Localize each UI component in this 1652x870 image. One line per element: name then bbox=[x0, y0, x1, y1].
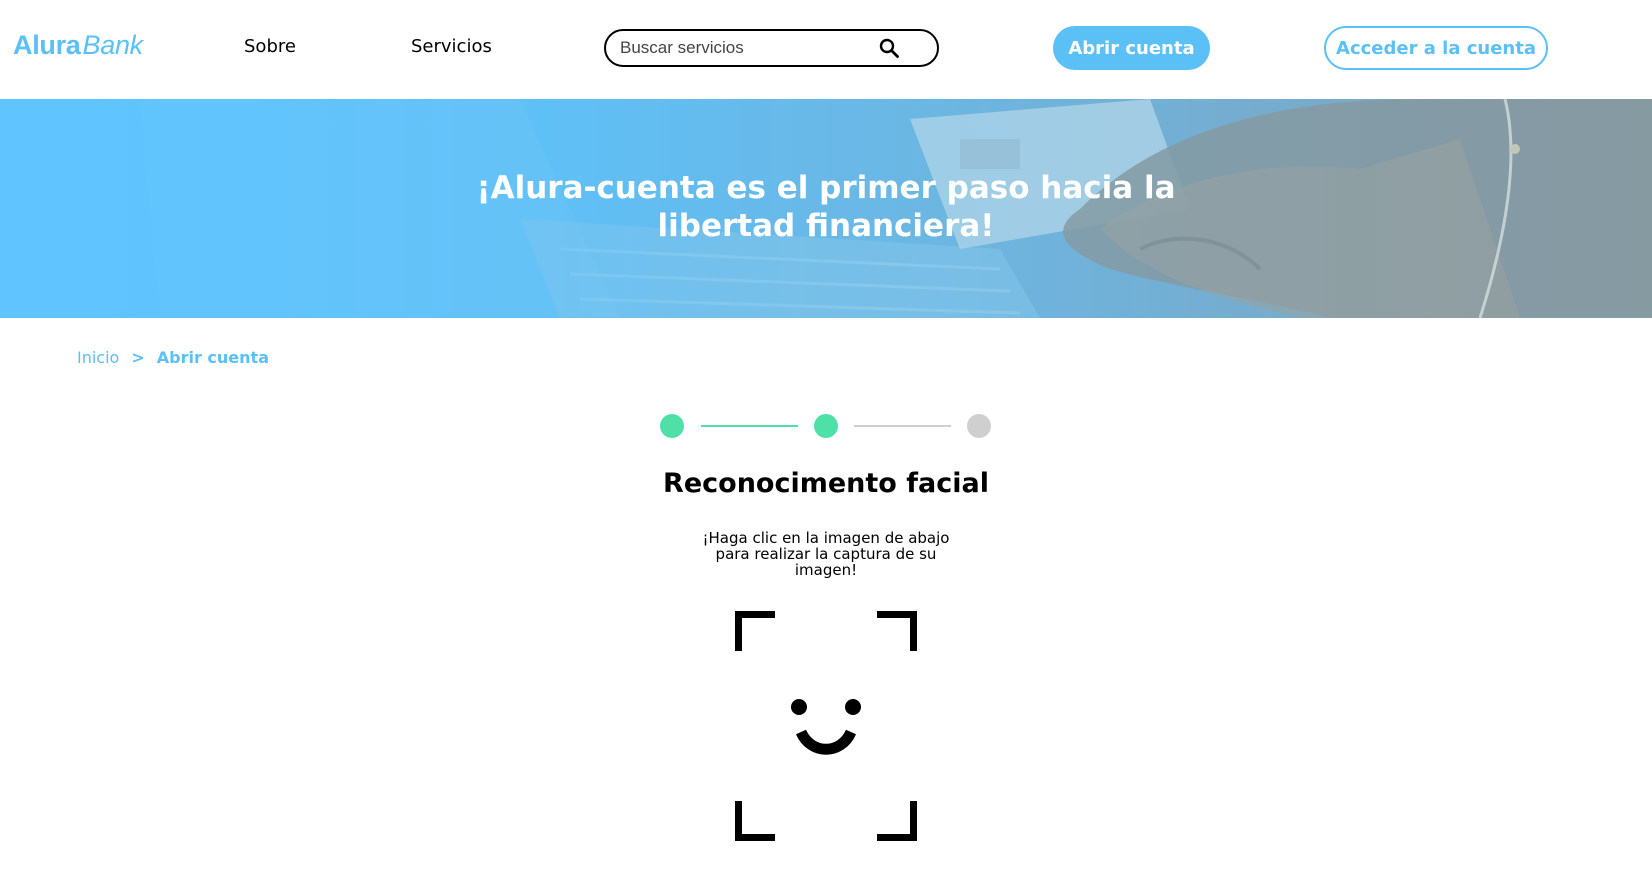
step-2-connector bbox=[854, 425, 951, 427]
step-1-dot bbox=[660, 414, 684, 438]
face-scan-icon bbox=[735, 611, 917, 841]
breadcrumb: Inicio > Abrir cuenta bbox=[77, 348, 269, 367]
search-input[interactable] bbox=[620, 37, 870, 59]
progress-stepper bbox=[660, 414, 992, 438]
brand-name-bold: Alura bbox=[13, 30, 81, 60]
step-1-connector bbox=[701, 425, 798, 427]
search-icon[interactable] bbox=[879, 38, 899, 58]
breadcrumb-current: Abrir cuenta bbox=[156, 348, 269, 367]
site-header: AluraBank Sobre Servicios Abrir cuenta A… bbox=[0, 0, 1652, 99]
brand-name-italic: Bank bbox=[82, 30, 144, 60]
nav-link-sobre[interactable]: Sobre bbox=[244, 36, 296, 57]
search-box bbox=[604, 29, 939, 67]
step-3-dot bbox=[967, 414, 991, 438]
step-2-dot bbox=[814, 414, 838, 438]
access-account-button[interactable]: Acceder a la cuenta bbox=[1324, 26, 1548, 70]
nav-link-servicios[interactable]: Servicios bbox=[411, 36, 492, 57]
breadcrumb-home-link[interactable]: Inicio bbox=[77, 348, 119, 367]
capture-instructions: ¡Haga clic en la imagen de abajo para re… bbox=[702, 529, 950, 579]
hero-banner: ¡Alura-cuenta es el primer paso hacia la… bbox=[0, 99, 1652, 318]
breadcrumb-separator: > bbox=[131, 348, 145, 367]
brand-logo[interactable]: AluraBank bbox=[13, 30, 143, 61]
face-capture-button[interactable] bbox=[735, 611, 917, 841]
hero-title: ¡Alura-cuenta es el primer paso hacia la… bbox=[476, 170, 1176, 244]
section-title: Reconocimento facial bbox=[663, 468, 989, 499]
open-account-button[interactable]: Abrir cuenta bbox=[1053, 26, 1210, 70]
